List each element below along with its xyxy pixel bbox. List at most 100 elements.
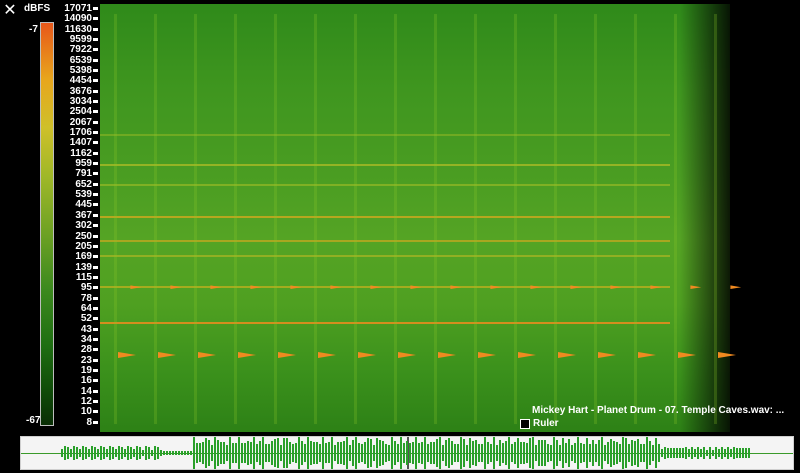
frequency-tick-label: 115 <box>75 271 92 283</box>
spectrogram-view[interactable]: Mickey Hart - Planet Drum - 07. Temple C… <box>100 4 794 432</box>
waveform-bar <box>553 437 555 469</box>
waveform-bar <box>439 437 441 469</box>
waveform-bar <box>391 437 393 469</box>
waveform-bar <box>550 444 552 462</box>
harmonic-band <box>100 216 670 218</box>
frequency-tick-mark <box>93 224 98 228</box>
frequency-tick-label: 302 <box>75 220 92 232</box>
waveform-bar <box>580 442 582 464</box>
waveform-bar <box>139 446 141 460</box>
frequency-tick-label: 959 <box>75 158 92 170</box>
waveform-bar <box>613 440 615 466</box>
onset-streak <box>354 14 357 424</box>
frequency-tick-mark <box>93 79 98 83</box>
waveform-bar <box>511 444 513 462</box>
waveform-bar <box>544 440 546 466</box>
waveform-bar <box>259 440 261 466</box>
waveform-bar <box>154 446 156 460</box>
waveform-bar <box>700 449 702 457</box>
waveform-bar <box>196 443 198 463</box>
ruler-checkbox[interactable] <box>520 418 530 429</box>
waveform-bar <box>388 444 390 462</box>
waveform-bar <box>145 446 147 460</box>
waveform-bar <box>343 440 345 466</box>
waveform-bar <box>598 439 600 467</box>
waveform-bar <box>499 440 501 466</box>
waveform-bar <box>535 444 537 462</box>
frequency-tick-mark <box>93 410 98 414</box>
waveform-bar <box>214 437 216 469</box>
waveform-bar <box>676 447 678 459</box>
waveform-bar <box>508 437 510 469</box>
waveform-bar <box>61 448 63 458</box>
onset-streak <box>634 14 637 424</box>
frequency-tick-label: 139 <box>75 261 92 273</box>
waveform-overview[interactable] <box>20 436 794 470</box>
waveform-bar <box>169 451 171 455</box>
drum-hit-burst <box>198 352 220 359</box>
waveform-bar <box>64 446 66 460</box>
colorbar-min-label: -67 <box>26 415 41 426</box>
frequency-tick-label: 10 <box>80 406 92 418</box>
frequency-tick-label: 250 <box>75 230 92 242</box>
waveform-bar <box>349 444 351 462</box>
close-icon[interactable]: ✕ <box>2 2 18 18</box>
waveform-bar <box>565 442 567 464</box>
waveform-bar <box>517 437 519 469</box>
ruler-toggle[interactable]: Ruler <box>520 418 559 429</box>
waveform-bar <box>490 443 492 463</box>
waveform-bar <box>664 447 666 459</box>
waveform-bar <box>361 444 363 462</box>
waveform-bar <box>265 443 267 463</box>
waveform-bar <box>187 451 189 455</box>
waveform-bar <box>610 438 612 468</box>
frequency-tick-label: 14 <box>80 385 92 397</box>
waveform-bar <box>730 448 732 458</box>
waveform-bar <box>73 446 75 460</box>
waveform-bar <box>226 444 228 462</box>
waveform-bar <box>79 449 81 457</box>
waveform-bar <box>742 447 744 459</box>
waveform-bar <box>277 438 279 468</box>
frequency-tick-mark <box>93 348 98 352</box>
waveform-bar <box>481 444 483 462</box>
waveform-bar <box>274 438 276 468</box>
waveform-bar <box>586 437 588 469</box>
waveform-bar <box>418 443 420 463</box>
waveform-bar <box>421 442 423 464</box>
waveform-bar <box>238 437 240 469</box>
drum-hit-burst <box>570 285 583 290</box>
frequency-tick-label: 3676 <box>69 85 92 97</box>
drum-hit-burst <box>558 352 580 359</box>
waveform-bar <box>334 444 336 462</box>
waveform-bar <box>451 441 453 465</box>
onset-streak <box>114 14 117 424</box>
waveform-bar <box>529 437 531 468</box>
waveform-bar <box>178 451 180 455</box>
harmonic-band <box>100 255 670 257</box>
waveform-bar <box>298 437 300 469</box>
frequency-tick-mark <box>93 286 98 290</box>
waveform-bar <box>268 444 270 462</box>
waveform-bar <box>622 437 624 469</box>
waveform-bar <box>244 442 246 464</box>
frequency-tick-mark <box>93 244 98 248</box>
drum-hit-burst <box>170 285 183 290</box>
waveform-bar <box>364 442 366 464</box>
waveform-bar <box>313 441 315 465</box>
frequency-tick-mark <box>93 17 98 21</box>
frequency-tick-mark <box>93 317 98 321</box>
drum-hit-burst <box>130 285 143 290</box>
waveform-bar <box>307 437 309 469</box>
waveform-bar <box>148 446 150 460</box>
waveform-bar <box>202 441 204 465</box>
waveform-bar <box>568 439 570 467</box>
waveform-bar <box>667 448 669 458</box>
frequency-tick-label: 11630 <box>64 23 92 35</box>
waveform-bar <box>715 447 717 459</box>
harmonic-band <box>100 134 670 136</box>
spectrogram-canvas[interactable] <box>100 4 742 432</box>
frequency-tick-label: 8 <box>86 416 92 428</box>
waveform-bar <box>673 448 675 458</box>
waveform-bar <box>556 439 558 467</box>
